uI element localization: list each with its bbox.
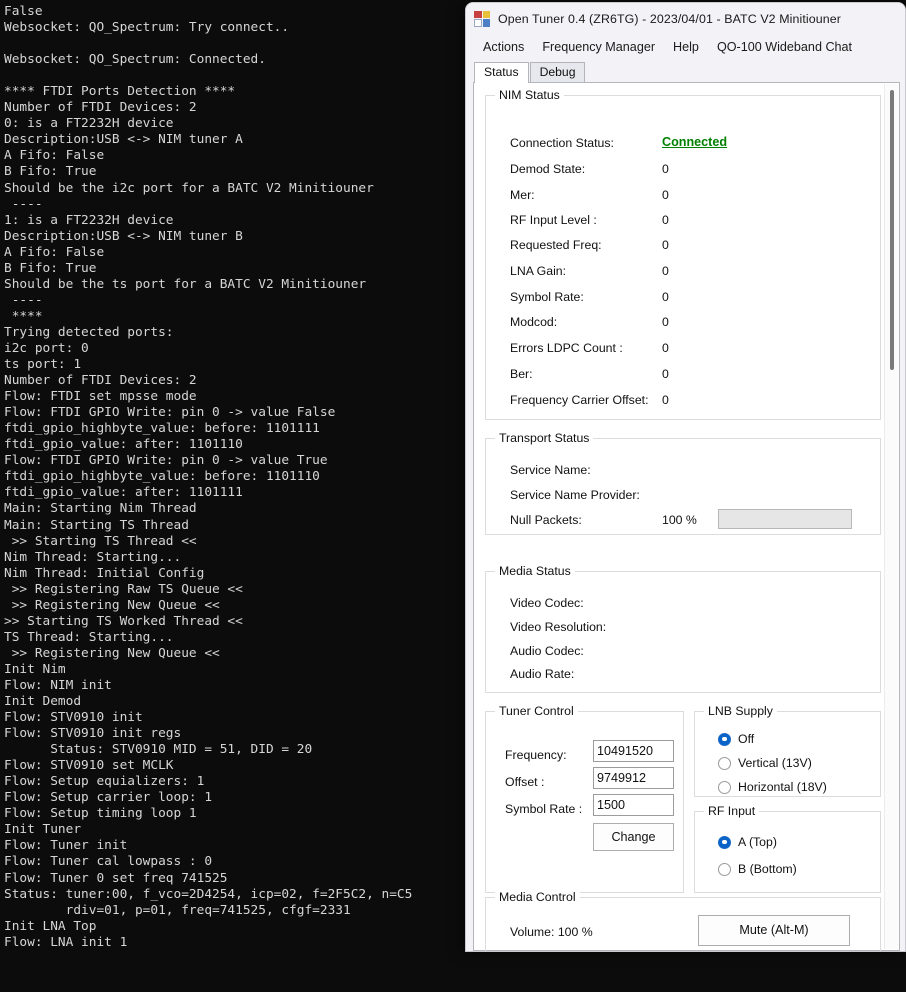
value-rf-input-level: 0	[662, 213, 669, 227]
app-grid-icon	[474, 10, 490, 27]
media-control-legend: Media Control	[495, 890, 580, 904]
label-lna-gain: LNA Gain:	[510, 264, 567, 278]
radio-dot-icon	[718, 756, 731, 770]
menu-item-help[interactable]: Help	[664, 37, 708, 57]
value-mer: 0	[662, 188, 669, 202]
label-mer: Mer:	[510, 188, 535, 202]
label-video-resolution: Video Resolution:	[510, 620, 607, 634]
transport-status-group: Transport Status Service Name: Service N…	[485, 431, 881, 535]
media-control-group: Media Control Volume: 100 % Mute (Alt-M)	[485, 890, 881, 951]
value-symbol-rate: 0	[662, 290, 669, 304]
tuner-control-group: Tuner Control Frequency: 10491520 Offset…	[485, 704, 684, 893]
panel-scrollbar-thumb[interactable]	[890, 90, 894, 370]
radio-lnb-horizontal-label: Horizontal (18V)	[738, 780, 827, 794]
frequency-input[interactable]: 10491520	[593, 740, 674, 762]
label-video-codec: Video Codec:	[510, 596, 584, 610]
value-null-packets: 100 %	[662, 513, 697, 527]
lnb-supply-legend: LNB Supply	[704, 704, 777, 718]
radio-lnb-horizontal[interactable]: Horizontal (18V)	[718, 780, 827, 794]
radio-rf-input-a-label: A (Top)	[738, 835, 777, 849]
menubar: Actions Frequency Manager Help QO-100 Wi…	[466, 34, 905, 60]
radio-dot-icon	[718, 835, 731, 849]
radio-lnb-vertical[interactable]: Vertical (13V)	[718, 756, 812, 770]
label-service-name: Service Name:	[510, 463, 591, 477]
label-symbol-rate: Symbol Rate:	[510, 290, 584, 304]
tab-debug[interactable]: Debug	[529, 62, 586, 82]
label-demod-state: Demod State:	[510, 162, 586, 176]
label-requested-freq: Requested Freq:	[510, 238, 602, 252]
window-titlebar: Open Tuner 0.4 (ZR6TG) - 2023/04/01 - BA…	[466, 3, 905, 34]
nim-status-legend: NIM Status	[495, 88, 564, 102]
media-status-group: Media Status Video Codec: Video Resoluti…	[485, 564, 881, 693]
radio-dot-icon	[718, 862, 731, 876]
tuner-control-legend: Tuner Control	[495, 704, 578, 718]
radio-dot-icon	[718, 780, 731, 794]
label-null-packets: Null Packets:	[510, 513, 582, 527]
tabstrip: Status Debug	[474, 60, 905, 83]
value-requested-freq: 0	[662, 238, 669, 252]
menu-item-qo100-wideband-chat[interactable]: QO-100 Wideband Chat	[708, 37, 861, 57]
label-ber: Ber:	[510, 367, 533, 381]
radio-dot-icon	[718, 732, 731, 746]
label-rf-input-level: RF Input Level :	[510, 213, 597, 227]
media-status-legend: Media Status	[495, 564, 575, 578]
window-title: Open Tuner 0.4 (ZR6TG) - 2023/04/01 - BA…	[498, 11, 841, 26]
radio-lnb-vertical-label: Vertical (13V)	[738, 756, 812, 770]
mute-button[interactable]: Mute (Alt-M)	[698, 915, 850, 946]
rf-input-legend: RF Input	[704, 804, 760, 818]
radio-rf-input-b[interactable]: B (Bottom)	[718, 862, 797, 876]
label-frequency: Frequency:	[505, 748, 567, 762]
volume-label: Volume: 100 %	[510, 925, 593, 939]
label-audio-rate: Audio Rate:	[510, 667, 575, 681]
radio-rf-input-b-label: B (Bottom)	[738, 862, 797, 876]
value-lna-gain: 0	[662, 264, 669, 278]
label-modcod: Modcod:	[510, 315, 558, 329]
radio-rf-input-a[interactable]: A (Top)	[718, 835, 777, 849]
null-packets-progressbar	[718, 509, 852, 529]
symbol-rate-input[interactable]: 1500	[593, 794, 674, 816]
transport-status-legend: Transport Status	[495, 431, 594, 445]
label-symbol-rate: Symbol Rate :	[505, 802, 583, 816]
lnb-supply-group: LNB Supply Off Vertical (13V) Horizontal…	[694, 704, 881, 797]
tab-status[interactable]: Status	[474, 62, 529, 83]
change-button[interactable]: Change	[593, 823, 674, 851]
label-connection-status: Connection Status:	[510, 136, 614, 150]
nim-status-group: NIM Status Connection Status: Connected …	[485, 88, 881, 420]
open-tuner-window: Open Tuner 0.4 (ZR6TG) - 2023/04/01 - BA…	[465, 2, 906, 952]
radio-lnb-off-label: Off	[738, 732, 755, 746]
menu-item-frequency-manager[interactable]: Frequency Manager	[533, 37, 664, 57]
offset-input[interactable]: 9749912	[593, 767, 674, 789]
menu-item-actions[interactable]: Actions	[474, 37, 533, 57]
value-demod-state: 0	[662, 162, 669, 176]
label-service-name-provider: Service Name Provider:	[510, 488, 640, 502]
value-modcod: 0	[662, 315, 669, 329]
panel-scrollbar[interactable]	[884, 84, 898, 949]
value-errors-ldpc-count: 0	[662, 341, 669, 355]
rf-input-group: RF Input A (Top) B (Bottom)	[694, 804, 881, 893]
label-frequency-carrier-offset: Frequency Carrier Offset:	[510, 393, 649, 407]
radio-lnb-off[interactable]: Off	[718, 732, 754, 746]
status-tab-panel: NIM Status Connection Status: Connected …	[473, 82, 900, 951]
value-ber: 0	[662, 367, 669, 381]
value-frequency-carrier-offset: 0	[662, 393, 669, 407]
label-audio-codec: Audio Codec:	[510, 644, 584, 658]
label-offset: Offset :	[505, 775, 545, 789]
value-connection-status: Connected	[662, 135, 728, 149]
label-errors-ldpc-count: Errors LDPC Count :	[510, 341, 623, 355]
